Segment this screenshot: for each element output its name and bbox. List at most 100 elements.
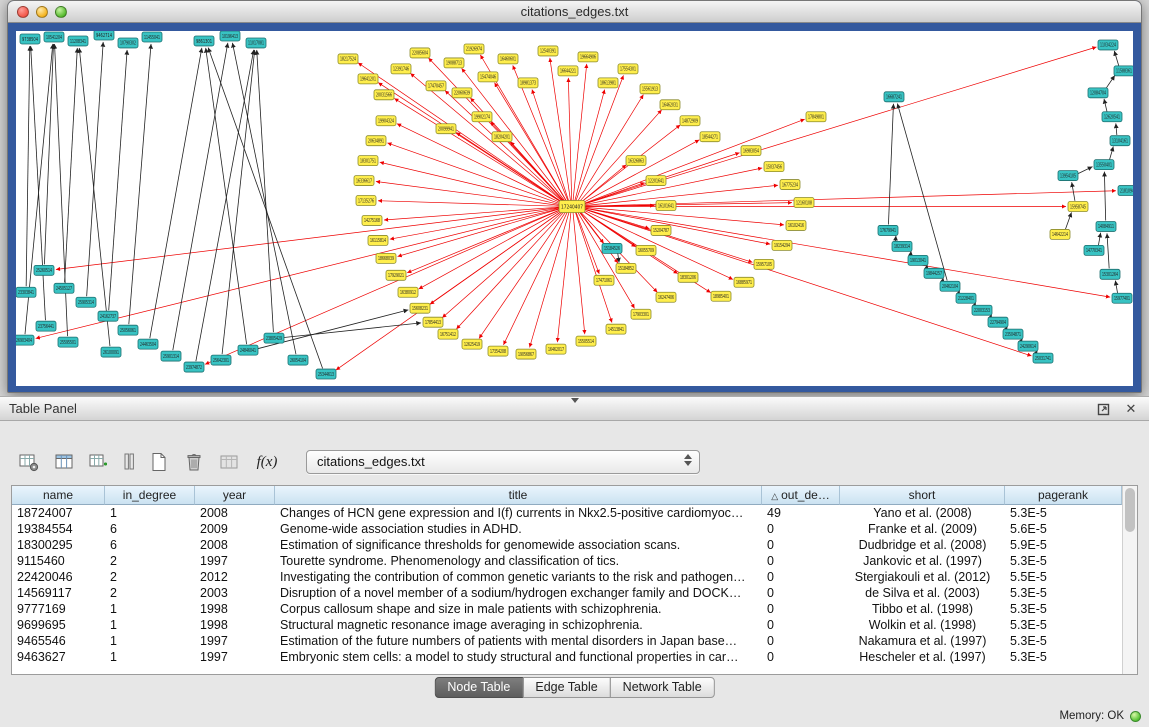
graph-node[interactable]: 12620541 <box>1102 112 1122 122</box>
graph-edge[interactable] <box>232 43 295 354</box>
graph-node[interactable]: 24505127 <box>54 283 74 293</box>
network-view[interactable]: 1724040718217524196412012003156612391746… <box>16 31 1133 386</box>
graph-edge[interactable] <box>582 208 650 229</box>
graph-node[interactable]: 18985401 <box>711 291 731 301</box>
graph-edge[interactable] <box>582 207 1110 297</box>
graph-node[interactable]: 19902174 <box>472 112 492 122</box>
graph-node[interactable]: 16055709 <box>636 245 656 255</box>
graph-node[interactable]: 10541204 <box>44 32 64 42</box>
graph-edge[interactable] <box>575 212 612 322</box>
graph-node[interactable]: 25595501 <box>58 337 78 347</box>
network-canvas[interactable]: 1724040718217524196412012003156612391746… <box>16 31 1133 386</box>
graph-edge[interactable] <box>208 48 322 369</box>
graph-node[interactable]: 9738504 <box>20 34 40 44</box>
graph-edge[interactable] <box>557 212 571 342</box>
close-window-button[interactable] <box>17 6 29 18</box>
graph-node[interactable]: 11017081 <box>246 38 266 48</box>
graph-node[interactable]: 10196413 <box>220 31 240 41</box>
graph-edge[interactable] <box>419 209 564 289</box>
graph-edge[interactable] <box>1078 167 1093 174</box>
graph-node[interactable]: 24463504 <box>138 339 158 349</box>
graph-node[interactable]: 16983054 <box>741 146 761 156</box>
memory-status-indicator[interactable] <box>1130 711 1141 722</box>
graph-edge[interactable] <box>582 208 1032 356</box>
column-header-out-de[interactable]: △out_de… <box>762 486 840 505</box>
graph-node[interactable]: 19844257 <box>924 268 944 278</box>
column-header-year[interactable]: year <box>195 486 275 505</box>
graph-node[interactable]: 16101641 <box>656 201 676 211</box>
graph-node[interactable]: 22085604 <box>410 48 430 58</box>
graph-edge[interactable] <box>582 208 770 245</box>
graph-edge[interactable] <box>65 48 78 282</box>
graph-edge[interactable] <box>568 78 571 201</box>
table-row[interactable]: 969969511998Structural magnetic resonanc… <box>12 617 1122 633</box>
table-mode-icon[interactable] <box>16 450 42 474</box>
graph-node[interactable]: 19088713 <box>444 58 464 68</box>
graph-node[interactable]: 11455041 <box>142 32 162 42</box>
graph-edge[interactable] <box>503 212 567 345</box>
graph-node[interactable]: 16644221 <box>558 66 578 76</box>
graph-node[interactable]: 18204201 <box>492 132 512 142</box>
graph-node[interactable]: 12201641 <box>646 176 666 186</box>
graph-node[interactable]: 15977401 <box>1112 293 1132 303</box>
graph-node[interactable]: 14642214 <box>1050 229 1070 239</box>
graph-node[interactable]: 17470457 <box>426 81 446 91</box>
graph-node[interactable]: 22794904 <box>988 317 1008 327</box>
graph-node[interactable]: 15957105 <box>754 259 774 269</box>
import-table-icon[interactable] <box>216 450 242 474</box>
graph-node[interactable]: 17354208 <box>488 346 508 356</box>
graph-node[interactable]: 15608231 <box>410 303 430 313</box>
column-header-name[interactable]: name <box>12 486 105 505</box>
graph-node[interactable]: 17849801 <box>806 112 826 122</box>
graph-node[interactable]: 12625419 <box>462 339 482 349</box>
new-file-icon[interactable] <box>146 450 172 474</box>
graph-node[interactable]: 11034224 <box>1098 40 1118 50</box>
graph-node[interactable]: 15505514 <box>576 336 596 346</box>
function-builder-icon[interactable]: f(x) <box>251 450 283 474</box>
graph-node[interactable]: 19664906 <box>578 52 598 62</box>
graph-edge[interactable] <box>109 50 127 310</box>
graph-edge[interactable] <box>129 44 151 324</box>
graph-node[interactable]: 14770341 <box>1084 245 1104 255</box>
graph-edge[interactable] <box>44 44 53 264</box>
graph-node[interactable]: 16462017 <box>546 344 566 354</box>
graph-node[interactable]: 26100091 <box>101 347 121 357</box>
graph-node[interactable]: 10790302 <box>118 38 138 48</box>
graph-edge[interactable] <box>196 50 254 361</box>
graph-node[interactable]: 24846041 <box>238 345 258 355</box>
window-titlebar[interactable]: citations_edges.txt <box>8 1 1141 23</box>
graph-node[interactable]: 17135276 <box>356 196 376 206</box>
graph-node[interactable]: 17240407 <box>559 201 585 213</box>
table-row[interactable]: 977716911998Corpus callosum shape and si… <box>12 601 1122 617</box>
graph-edge[interactable] <box>579 211 604 243</box>
graph-node[interactable]: 12160108 <box>794 198 814 208</box>
zoom-window-button[interactable] <box>55 6 67 18</box>
graph-node[interactable]: 17854413 <box>423 317 443 327</box>
close-panel-icon[interactable]: ✕ <box>1123 401 1139 417</box>
graph-edge[interactable] <box>1104 99 1107 112</box>
graph-edge[interactable] <box>573 64 587 201</box>
column-header-title[interactable]: title <box>275 486 762 505</box>
graph-node[interactable]: 24290614 <box>1018 341 1038 351</box>
graph-node[interactable]: 18668039 <box>376 253 396 263</box>
graph-edge[interactable] <box>1115 281 1117 293</box>
graph-node[interactable]: 15474046 <box>478 72 498 82</box>
graph-edge[interactable] <box>1104 172 1105 221</box>
graph-node[interactable]: 20099941 <box>436 124 456 134</box>
graph-node[interactable]: 16380912 <box>398 287 418 297</box>
graph-node[interactable]: 19154294 <box>772 240 792 250</box>
graph-node[interactable]: 19641201 <box>358 74 378 84</box>
graph-edge[interactable] <box>897 104 947 281</box>
graph-node[interactable]: 16102416 <box>786 220 806 230</box>
graph-edge[interactable] <box>510 142 564 203</box>
graph-node[interactable]: 17554301 <box>618 64 638 74</box>
graph-node[interactable]: 16326863 <box>626 156 646 166</box>
graph-edge[interactable] <box>1106 75 1115 89</box>
graph-node[interactable]: 21228401 <box>956 293 976 303</box>
graph-node[interactable]: 25344613 <box>316 369 336 379</box>
graph-node[interactable]: 13954105 <box>1058 171 1078 181</box>
graph-edge[interactable] <box>398 208 563 256</box>
graph-edge[interactable] <box>582 207 784 225</box>
scrollbar-thumb[interactable] <box>1125 488 1135 532</box>
tab-edge-table[interactable]: Edge Table <box>522 677 610 698</box>
